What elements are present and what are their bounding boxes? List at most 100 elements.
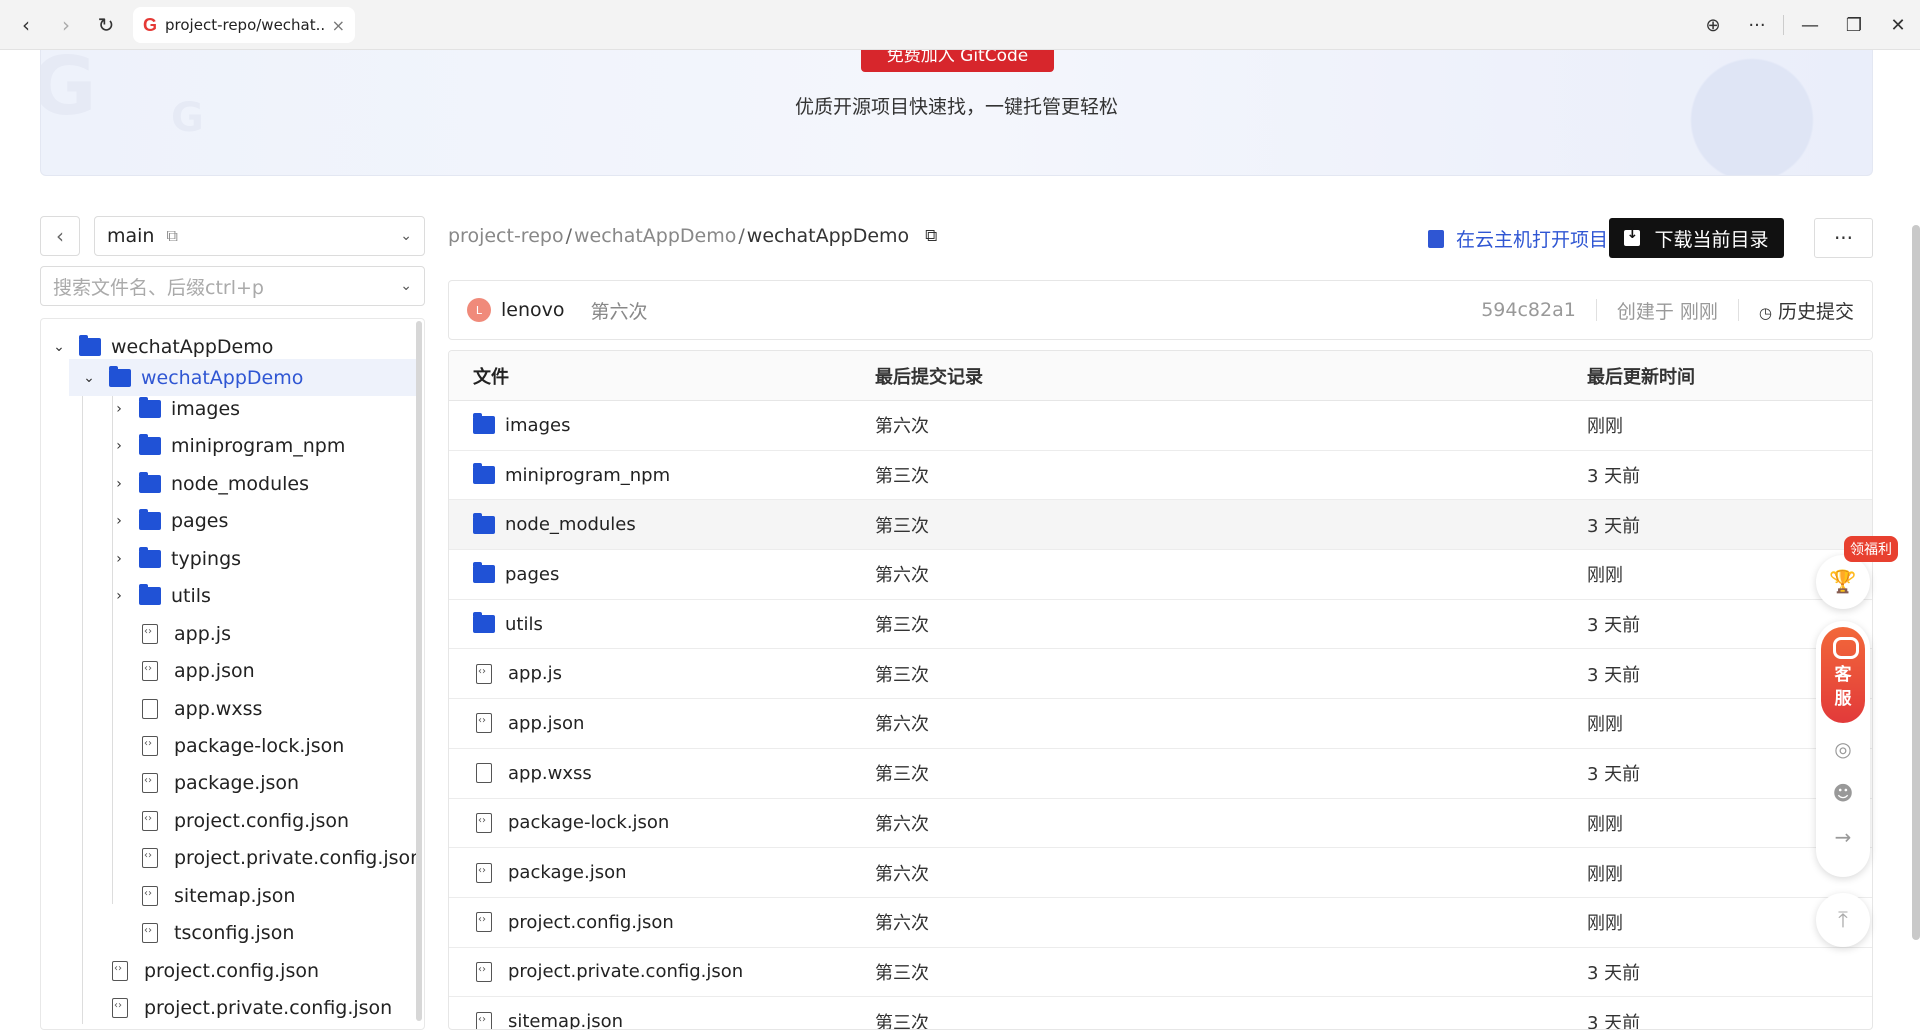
row-commit[interactable]: 第三次	[875, 959, 1587, 985]
commit-author[interactable]: lenovo	[501, 299, 565, 321]
row-commit[interactable]: 第六次	[875, 412, 1587, 438]
file-name-link[interactable]: package.json	[508, 862, 627, 883]
table-row[interactable]: sitemap.json 第三次3 天前	[449, 997, 1872, 1029]
tree-file[interactable]: project.private.config.json	[139, 839, 424, 876]
row-commit[interactable]: 第六次	[875, 909, 1587, 935]
copy-icon[interactable]: ⧉	[166, 226, 177, 246]
file-search-input[interactable]: 搜索文件名、后缀ctrl+p ⌄	[40, 266, 425, 306]
file-name-link[interactable]: pages	[505, 564, 559, 585]
row-commit[interactable]: 第六次	[875, 710, 1587, 736]
globe-icon[interactable]: ⊕	[1691, 0, 1735, 50]
row-commit[interactable]: 第六次	[875, 561, 1587, 587]
breadcrumb-link[interactable]: project-repo	[448, 225, 564, 247]
breadcrumb-link[interactable]: wechatAppDemo	[574, 225, 736, 247]
history-commits-link[interactable]: ◷ 历史提交	[1759, 297, 1854, 324]
file-name-link[interactable]: images	[505, 415, 570, 436]
tree-file[interactable]: tsconfig.json	[139, 914, 424, 951]
smiley-icon[interactable]: ☻	[1816, 781, 1870, 805]
tree-file[interactable]: package.json	[139, 764, 424, 801]
chevron-right-icon[interactable]: ›	[109, 438, 129, 454]
file-name-link[interactable]: node_modules	[505, 514, 636, 535]
back-to-top-button[interactable]: ⤒	[1816, 893, 1870, 947]
file-name-link[interactable]: project.config.json	[508, 912, 674, 933]
copy-path-icon[interactable]: ⧉	[925, 226, 937, 246]
table-row[interactable]: miniprogram_npm 第三次 3 天前	[449, 451, 1872, 501]
tree-file[interactable]: sitemap.json	[139, 877, 424, 914]
collapse-back-button[interactable]: ‹	[40, 216, 80, 256]
tree-file[interactable]: app.json	[139, 652, 424, 689]
welfare-trophy-button[interactable]: 🏆	[1816, 555, 1870, 609]
table-row[interactable]: app.wxss 第三次 3 天前	[449, 749, 1872, 799]
arrow-right-icon[interactable]: →	[1816, 825, 1870, 849]
chevron-down-icon[interactable]: ⌄	[49, 339, 69, 355]
page-scrollbar[interactable]	[1912, 225, 1920, 940]
more-icon[interactable]: ···	[1735, 0, 1779, 50]
back-icon[interactable]: ‹	[6, 5, 46, 45]
folder-icon	[139, 471, 161, 493]
customer-service-button[interactable]: 客服	[1821, 627, 1865, 723]
divider	[1783, 15, 1784, 35]
file-name-link[interactable]: app.json	[508, 713, 584, 734]
join-gitcode-button[interactable]: 免费加入 GitCode	[861, 50, 1054, 72]
branch-selector[interactable]: main ⧉ ⌄	[94, 216, 425, 256]
table-row[interactable]: pages 第六次 刚刚	[449, 550, 1872, 600]
row-commit[interactable]: 第三次	[875, 611, 1587, 637]
tree-file[interactable]: project.config.json	[109, 952, 424, 989]
file-name-link[interactable]: package-lock.json	[508, 812, 669, 833]
file-name-link[interactable]: miniprogram_npm	[505, 465, 670, 486]
commit-hash[interactable]: 594c82a1	[1481, 299, 1576, 321]
close-tab-icon[interactable]: ×	[332, 16, 345, 35]
file-name-link[interactable]: project.private.config.json	[508, 961, 743, 982]
row-commit[interactable]: 第三次	[875, 760, 1587, 786]
commit-message[interactable]: 第六次	[591, 297, 648, 324]
reload-icon[interactable]: ↻	[86, 5, 126, 45]
file-name-link[interactable]: app.js	[508, 663, 562, 684]
row-commit[interactable]: 第三次	[875, 661, 1587, 687]
chevron-right-icon[interactable]: ›	[109, 476, 129, 492]
row-commit[interactable]: 第六次	[875, 860, 1587, 886]
tree-folder[interactable]: › typings	[109, 540, 424, 577]
file-name-link[interactable]: sitemap.json	[508, 1011, 623, 1029]
welfare-badge[interactable]: 领福利	[1844, 536, 1898, 562]
restore-icon[interactable]: ❐	[1832, 0, 1876, 50]
tree-scrollbar[interactable]	[416, 321, 422, 1021]
tree-file[interactable]: project.config.json	[139, 802, 424, 839]
browser-tab[interactable]: G project-repo/wechat... ×	[133, 7, 355, 43]
table-row[interactable]: project.config.json 第六次刚刚	[449, 898, 1872, 948]
table-row[interactable]: images 第六次 刚刚	[449, 401, 1872, 451]
row-commit[interactable]: 第六次	[875, 810, 1587, 836]
table-row[interactable]: node_modules 第三次 3 天前	[449, 500, 1872, 551]
tree-file[interactable]: app.js	[139, 615, 424, 652]
chevron-right-icon[interactable]: ›	[109, 401, 129, 417]
tree-file[interactable]: package-lock.json	[139, 727, 424, 764]
tree-folder[interactable]: › utils	[109, 577, 424, 614]
tree-folder[interactable]: › images	[109, 390, 424, 427]
row-commit[interactable]: 第三次	[875, 462, 1587, 488]
table-row[interactable]: project.private.config.json 第三次3 天前	[449, 948, 1872, 998]
file-name-link[interactable]: app.wxss	[508, 763, 592, 784]
tree-folder[interactable]: › node_modules	[109, 465, 424, 502]
tree-folder[interactable]: › pages	[109, 502, 424, 539]
table-row[interactable]: package-lock.json 第六次刚刚	[449, 799, 1872, 849]
minimize-icon[interactable]: —	[1788, 0, 1832, 50]
close-window-icon[interactable]: ✕	[1876, 0, 1920, 50]
chevron-down-icon[interactable]: ⌄	[79, 370, 99, 386]
download-directory-button[interactable]: 下载当前目录	[1609, 218, 1784, 258]
chevron-right-icon[interactable]: ›	[109, 513, 129, 529]
row-commit[interactable]: 第三次	[875, 1009, 1587, 1029]
file-name-link[interactable]: utils	[505, 614, 543, 635]
chevron-right-icon[interactable]: ›	[109, 551, 129, 567]
open-in-cloud-link[interactable]: 在云主机打开项目	[1428, 225, 1608, 252]
table-row[interactable]: app.json 第六次刚刚	[449, 699, 1872, 749]
tree-folder[interactable]: › miniprogram_npm	[109, 427, 424, 464]
forward-icon[interactable]: ›	[46, 5, 86, 45]
table-row[interactable]: package.json 第六次刚刚	[449, 848, 1872, 898]
more-actions-button[interactable]: ···	[1814, 218, 1873, 258]
swirl-icon[interactable]: ◎	[1816, 737, 1870, 761]
table-row[interactable]: app.js 第三次3 天前	[449, 649, 1872, 700]
row-commit[interactable]: 第三次	[875, 512, 1587, 538]
table-row[interactable]: utils 第三次 3 天前	[449, 600, 1872, 650]
tree-file[interactable]: app.wxss	[139, 690, 424, 727]
chevron-right-icon[interactable]: ›	[109, 588, 129, 604]
tree-file[interactable]: project.private.config.json	[109, 989, 424, 1026]
